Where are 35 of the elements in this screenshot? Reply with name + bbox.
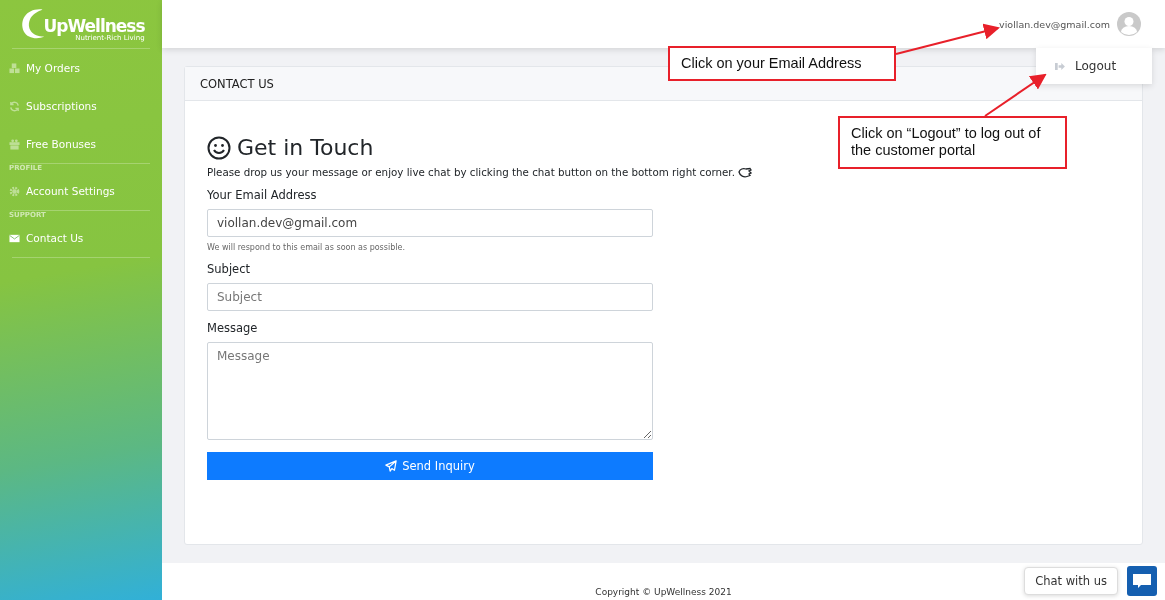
input-field[interactable]: Subject: [207, 283, 653, 311]
smiley-icon: [207, 135, 231, 160]
field-label: Your Email Address: [207, 188, 318, 202]
hand-icon: [737, 166, 752, 178]
message-field[interactable]: Message: [207, 342, 653, 440]
sidebar-item[interactable]: Account Settings: [12, 172, 150, 210]
cubes-icon: [9, 62, 20, 74]
page-heading: Get in Touch: [237, 135, 374, 160]
send-button[interactable]: Send Inquiry: [207, 452, 653, 480]
sidebar-item[interactable]: Subscriptions: [12, 87, 150, 125]
sidebar-item[interactable]: My Orders: [12, 49, 150, 87]
gear-icon: [9, 185, 20, 197]
logo-name: UpWellness: [43, 18, 145, 35]
chat-bubble-icon: [1132, 573, 1152, 589]
chat-button[interactable]: [1127, 566, 1157, 596]
chat-label[interactable]: Chat with us: [1024, 567, 1118, 595]
field-label: Message: [207, 321, 259, 335]
help-text: We will respond to this email as soon as possible.: [207, 243, 406, 252]
copyright-text: Copyright © UpWellness 2021: [595, 587, 732, 597]
sidebar-item[interactable]: Free Bonuses: [12, 125, 150, 163]
arrow: [984, 73, 1047, 117]
intro-text: Please drop us your message or enjoy live chat by clicking the chat button on the bottom right corner.: [207, 166, 735, 178]
refresh-icon: [9, 100, 20, 112]
card-title: CONTACT US: [200, 76, 274, 91]
callout-box: Click on your Email Address: [668, 46, 896, 82]
sidebar-item[interactable]: Contact Us: [12, 219, 150, 257]
envelope-icon: [9, 232, 20, 244]
menu-item[interactable]: Logout: [1036, 59, 1117, 73]
paper-plane-icon: [385, 460, 398, 472]
gift-icon: [9, 138, 20, 150]
field-label: Subject: [207, 262, 251, 276]
user-email-link[interactable]: viollan.dev@gmail.com: [999, 18, 1110, 30]
sign-out-icon: [1054, 61, 1065, 71]
input-field[interactable]: viollan.dev@gmail.com: [207, 209, 653, 237]
callout-box: Click on “Logout” to log out of the customer portal: [838, 116, 1067, 169]
